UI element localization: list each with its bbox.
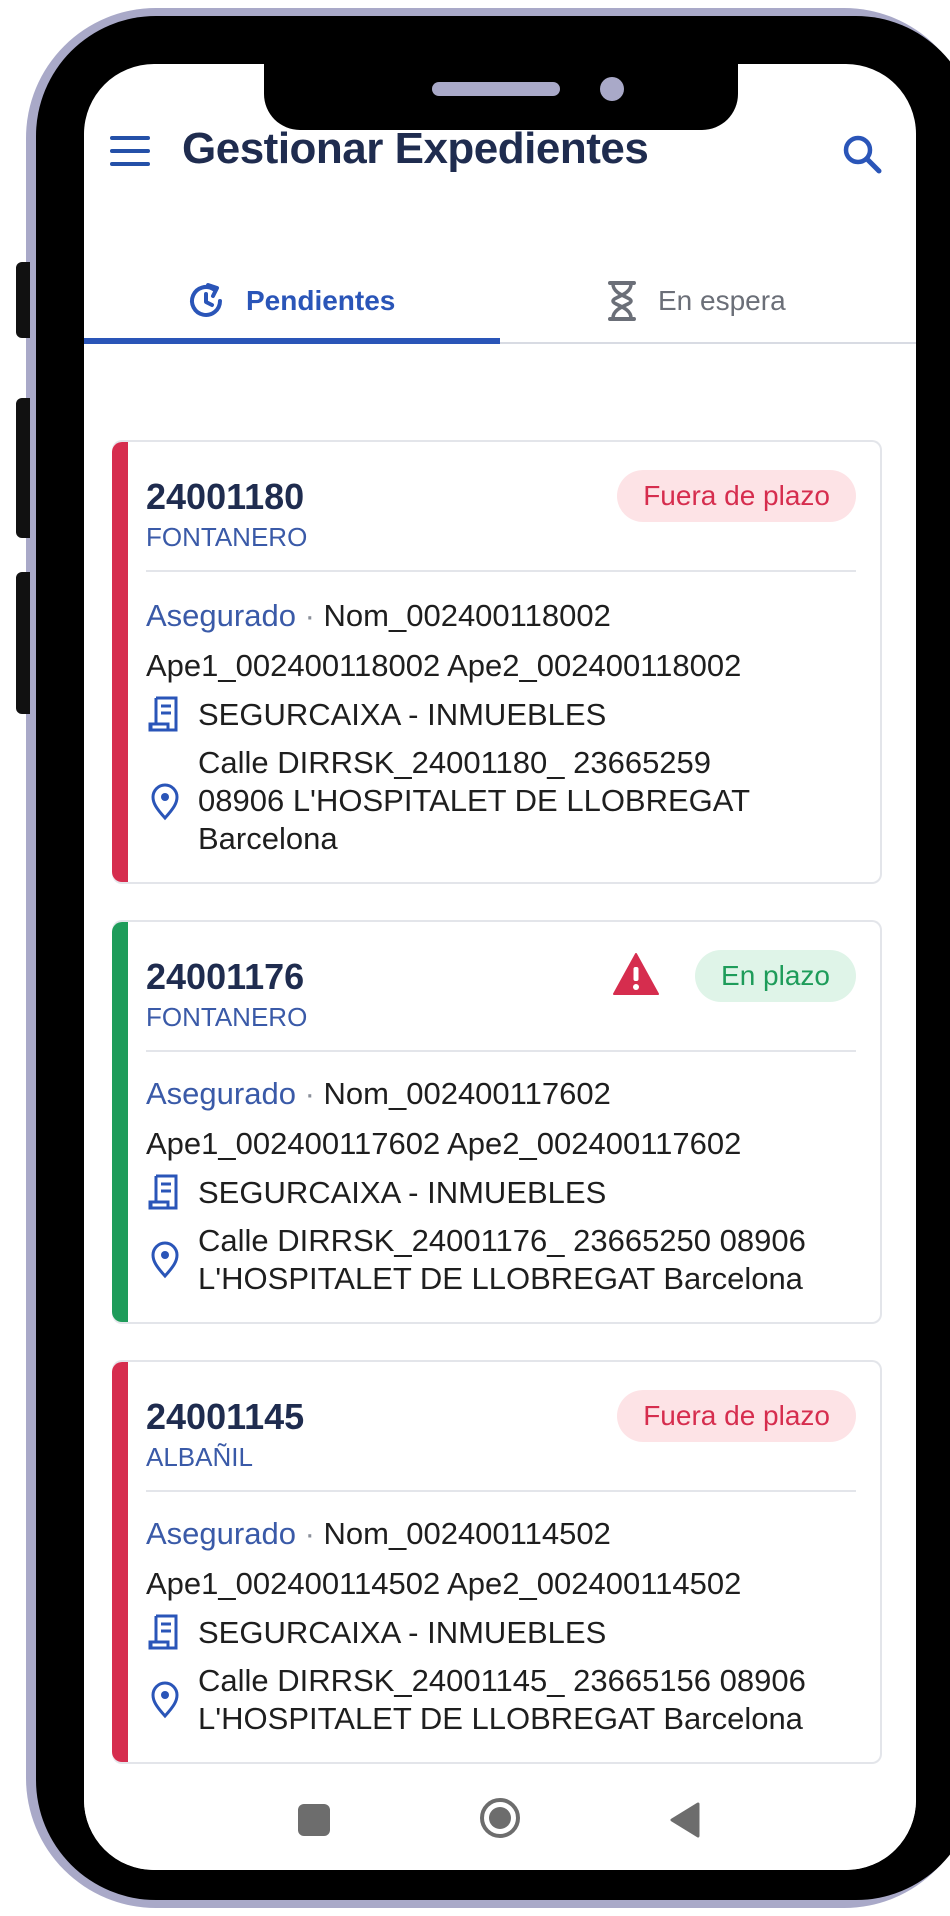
asegurado-label: Asegurado	[146, 1516, 296, 1551]
asegurado-row: Asegurado · Nom_002400117602	[146, 1076, 611, 1112]
address-line: L'HOSPITALET DE LLOBREGAT Barcelona	[198, 1261, 803, 1296]
phone-notch	[264, 64, 738, 130]
asegurado-name: Nom_002400114502	[323, 1516, 611, 1551]
home-icon[interactable]	[478, 1796, 522, 1840]
status-badge: Fuera de plazo	[617, 1390, 856, 1442]
asegurado-row: Asegurado · Nom_002400114502	[146, 1516, 611, 1552]
asegurado-label: Asegurado	[146, 598, 296, 633]
expedientes-list[interactable]: 24001180 FONTANERO Fuera de plazo Asegur…	[84, 344, 916, 1774]
menu-icon[interactable]	[110, 136, 150, 166]
back-icon[interactable]	[668, 1800, 702, 1840]
asegurado-name: Nom_002400117602	[323, 1076, 611, 1111]
asegurado-row: Asegurado · Nom_002400118002	[146, 598, 611, 634]
expediente-trade: ALBAÑIL	[146, 1442, 253, 1472]
separator-dot: ·	[304, 598, 315, 633]
status-badge: En plazo	[695, 950, 856, 1002]
side-button-volume-down	[16, 572, 30, 714]
asegurado-surnames: Ape1_002400114502 Ape2_002400114502	[146, 1566, 742, 1601]
asegurado-surnames: Ape1_002400118002 Ape2_002400118002	[146, 648, 742, 683]
front-camera	[600, 77, 624, 101]
address-line: Calle DIRRSK_24001176_ 23665250 08906	[198, 1223, 806, 1258]
address-line: Barcelona	[198, 821, 338, 856]
expediente-card[interactable]: 24001176 FONTANERO En plazo Asegurado · …	[112, 920, 882, 1324]
tab-bar: Pendientes En espera	[84, 260, 916, 344]
warning-icon	[613, 953, 659, 995]
document-icon	[148, 1174, 178, 1210]
separator-dot: ·	[304, 1516, 315, 1551]
document-icon	[148, 1614, 178, 1650]
refresh-clock-icon	[190, 283, 222, 317]
insurer-name: SEGURCAIXA - INMUEBLES	[198, 1175, 607, 1210]
expediente-card[interactable]: 24001180 FONTANERO Fuera de plazo Asegur…	[112, 440, 882, 884]
speaker-grille	[432, 82, 560, 96]
card-divider	[146, 1490, 856, 1492]
document-icon	[148, 696, 178, 732]
phone-screen: Gestionar Expedientes Pendientes En espe…	[84, 64, 916, 1870]
status-stripe	[112, 442, 128, 882]
system-nav-bar	[84, 1774, 916, 1870]
location-pin-icon	[151, 783, 179, 821]
tab-pendientes[interactable]: Pendientes	[184, 260, 395, 342]
address-line: 08906 L'HOSPITALET DE LLOBREGAT	[198, 783, 751, 818]
expediente-trade: FONTANERO	[146, 522, 308, 552]
side-button-action	[16, 262, 30, 338]
separator-dot: ·	[304, 1076, 315, 1111]
hourglass-icon	[608, 281, 636, 321]
status-badge: Fuera de plazo	[617, 470, 856, 522]
insurer-name: SEGURCAIXA - INMUEBLES	[198, 697, 607, 732]
expediente-card[interactable]: 24001145 ALBAÑIL Fuera de plazo Asegurad…	[112, 1360, 882, 1764]
side-button-volume-up	[16, 398, 30, 538]
insurer-name: SEGURCAIXA - INMUEBLES	[198, 1615, 607, 1650]
tab-en-espera[interactable]: En espera	[604, 260, 786, 342]
card-divider	[146, 1050, 856, 1052]
card-divider	[146, 570, 856, 572]
address-line: Calle DIRRSK_24001180_ 23665259	[198, 745, 712, 780]
address-line: Calle DIRRSK_24001145_ 23665156 08906	[198, 1663, 806, 1698]
expediente-number: 24001180	[146, 476, 305, 517]
page-title: Gestionar Expedientes	[182, 124, 649, 173]
expediente-number: 24001176	[146, 956, 305, 997]
asegurado-surnames: Ape1_002400117602 Ape2_002400117602	[146, 1126, 742, 1161]
search-icon[interactable]	[840, 132, 884, 176]
status-stripe	[112, 1362, 128, 1762]
recent-apps-icon[interactable]	[298, 1804, 330, 1836]
asegurado-label: Asegurado	[146, 1076, 296, 1111]
expediente-trade: FONTANERO	[146, 1002, 308, 1032]
location-pin-icon	[151, 1681, 179, 1719]
location-pin-icon	[151, 1241, 179, 1279]
tab-pendientes-label: Pendientes	[246, 285, 396, 316]
asegurado-name: Nom_002400118002	[323, 598, 611, 633]
tab-en-espera-label: En espera	[658, 285, 786, 316]
status-stripe	[112, 922, 128, 1322]
address-line: L'HOSPITALET DE LLOBREGAT Barcelona	[198, 1701, 803, 1736]
expediente-number: 24001145	[146, 1396, 305, 1437]
